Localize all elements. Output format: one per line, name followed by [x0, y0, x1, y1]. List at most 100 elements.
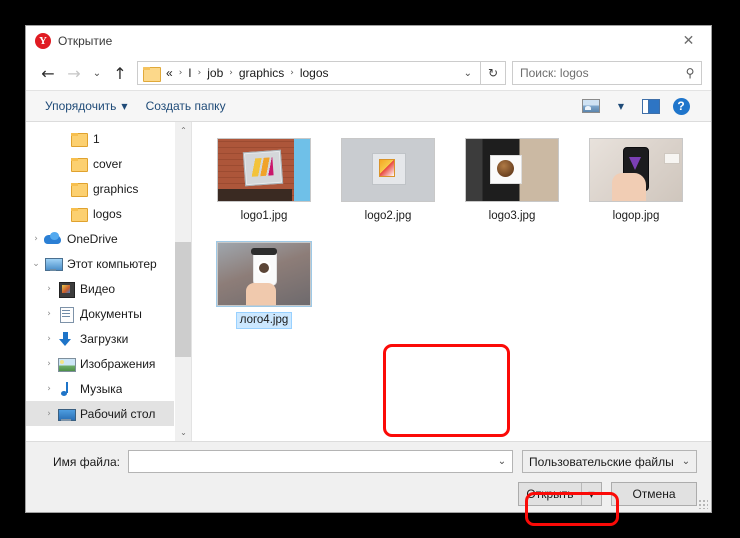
view-dropdown-button[interactable]: ▼: [607, 94, 635, 118]
file-thumbnail: [465, 138, 559, 202]
tree-item-4[interactable]: › OneDrive: [26, 226, 174, 251]
chevron-right-icon[interactable]: ›: [28, 234, 44, 244]
resize-grip[interactable]: [698, 499, 708, 509]
desktop-icon: [57, 406, 76, 422]
tree-item-label: cover: [93, 156, 123, 171]
pictures-icon: [57, 356, 76, 372]
file-thumbnail: [341, 138, 435, 202]
file-item[interactable]: лого4.jpg: [202, 238, 326, 342]
tree-scrollbar[interactable]: ⌃ ⌄: [174, 122, 192, 441]
breadcrumb: « › I › job › graphics › logos: [165, 66, 330, 80]
dialog-body: 1 cover graphics logos › OneDrive ⌄ Этот компью…: [26, 122, 711, 441]
file-thumbnail: [217, 138, 311, 202]
tree-item-9[interactable]: › Изображения: [26, 351, 174, 376]
scroll-up-icon[interactable]: ⌃: [175, 122, 192, 139]
tree-item-label: OneDrive: [67, 231, 118, 246]
file-name-label: logop.jpg: [612, 210, 660, 222]
navigation-bar: ← → ⌄ ↑ « › I › job › graphics › logos ⌄…: [26, 56, 711, 90]
recent-locations-button[interactable]: ⌄: [87, 60, 107, 86]
tree-item-3[interactable]: logos: [26, 201, 174, 226]
search-box[interactable]: Поиск: logos ⚲: [512, 61, 702, 85]
new-folder-label: Создать папку: [145, 99, 226, 113]
tree-item-5[interactable]: ⌄ Этот компьютер: [26, 251, 174, 276]
file-item[interactable]: logo2.jpg: [326, 134, 450, 238]
tree-item-6[interactable]: › Видео: [26, 276, 174, 301]
tree-item-1[interactable]: cover: [26, 151, 174, 176]
open-button[interactable]: Открыть: [519, 483, 581, 505]
tree-item-7[interactable]: › Документы: [26, 301, 174, 326]
up-button[interactable]: ↑: [107, 60, 133, 86]
folder-icon: [70, 156, 88, 172]
breadcrumb-item-3[interactable]: graphics: [238, 66, 285, 80]
scrollbar-thumb[interactable]: [175, 242, 192, 357]
help-button[interactable]: ?: [667, 94, 695, 118]
address-bar[interactable]: « › I › job › graphics › logos ⌄: [137, 61, 481, 85]
file-name-label: logo2.jpg: [364, 210, 412, 222]
cancel-button[interactable]: Отмена: [611, 482, 697, 506]
organize-button[interactable]: Упорядочить ▼: [36, 94, 137, 118]
file-item[interactable]: logop.jpg: [574, 134, 698, 238]
documents-icon: [57, 306, 75, 323]
chevron-down-icon: ▼: [121, 101, 128, 111]
button-row: Открыть ▼ Отмена: [40, 482, 697, 506]
forward-button[interactable]: →: [61, 60, 87, 86]
window-title: Открытие: [58, 34, 113, 48]
new-folder-button[interactable]: Создать папку: [137, 94, 235, 118]
open-dropdown-arrow-icon[interactable]: ▼: [581, 483, 601, 505]
file-item[interactable]: logo1.jpg: [202, 134, 326, 238]
breadcrumb-item-4[interactable]: logos: [299, 66, 330, 80]
file-name-label: logo3.jpg: [488, 210, 536, 222]
tree-item-label: Видео: [80, 281, 116, 296]
preview-pane-button[interactable]: [637, 94, 665, 118]
filename-label: Имя файла:: [53, 454, 120, 469]
tree-item-label: Документы: [80, 306, 142, 321]
folder-icon: [70, 131, 88, 147]
file-grid: logo1.jpg logo2.jpg logo3.jpg logop.jpg лого…: [202, 134, 711, 342]
folder-icon: [70, 206, 88, 222]
scroll-down-icon[interactable]: ⌄: [175, 424, 192, 441]
change-view-button[interactable]: [577, 94, 605, 118]
file-list-pane[interactable]: logo1.jpg logo2.jpg logo3.jpg logop.jpg лого…: [191, 122, 711, 441]
tree-item-0[interactable]: 1: [26, 126, 174, 151]
tree-item-label: logos: [93, 206, 122, 221]
filetype-select[interactable]: Пользовательские файлы ⌄: [522, 450, 697, 473]
command-bar: Упорядочить ▼ Создать папку ▼ ?: [26, 90, 711, 122]
yandex-y-icon: Y: [35, 33, 51, 49]
chevron-right-icon[interactable]: ›: [41, 284, 57, 294]
selection-highlight-annotation: [383, 344, 510, 437]
close-icon[interactable]: ✕: [666, 26, 711, 56]
chevron-down-icon[interactable]: ⌄: [456, 68, 480, 79]
this-pc-icon: [44, 256, 63, 272]
chevron-right-icon: ›: [290, 68, 294, 78]
dialog-footer: Имя файла: ⌄ Пользовательские файлы ⌄ От…: [26, 441, 711, 512]
navigation-tree: 1 cover graphics logos › OneDrive ⌄ Этот компью…: [26, 122, 174, 441]
file-item[interactable]: logo3.jpg: [450, 134, 574, 238]
title-bar: Y Открытие ✕: [26, 26, 711, 56]
videos-icon: [57, 281, 75, 298]
back-button[interactable]: ←: [35, 60, 61, 86]
refresh-icon[interactable]: ↻: [481, 61, 506, 85]
tree-item-label: Рабочий стол: [80, 406, 156, 421]
search-input[interactable]: Поиск: logos: [513, 66, 679, 80]
tree-item-8[interactable]: › Загрузки: [26, 326, 174, 351]
breadcrumb-item-0[interactable]: «: [165, 66, 174, 80]
open-split-button[interactable]: Открыть ▼: [518, 482, 602, 506]
chevron-right-icon[interactable]: ›: [41, 309, 57, 319]
tree-item-10[interactable]: › Музыка: [26, 376, 174, 401]
file-name-label: лого4.jpg: [235, 312, 293, 329]
organize-label: Упорядочить: [45, 99, 117, 113]
tree-item-11[interactable]: › Рабочий стол: [26, 401, 174, 426]
filename-field[interactable]: ⌄: [128, 450, 513, 473]
filetype-value: Пользовательские файлы: [529, 454, 674, 469]
command-bar-right: ▼ ?: [577, 94, 701, 118]
chevron-right-icon[interactable]: ›: [41, 359, 57, 369]
breadcrumb-item-2[interactable]: job: [206, 66, 224, 80]
chevron-right-icon[interactable]: ›: [41, 334, 57, 344]
file-thumbnail: [217, 242, 311, 306]
chevron-down-icon[interactable]: ⌄: [676, 456, 696, 467]
tree-item-2[interactable]: graphics: [26, 176, 174, 201]
chevron-down-icon[interactable]: ⌄: [28, 259, 44, 269]
chevron-right-icon[interactable]: ›: [41, 409, 57, 419]
chevron-down-icon[interactable]: ⌄: [492, 456, 512, 467]
chevron-right-icon[interactable]: ›: [41, 384, 57, 394]
